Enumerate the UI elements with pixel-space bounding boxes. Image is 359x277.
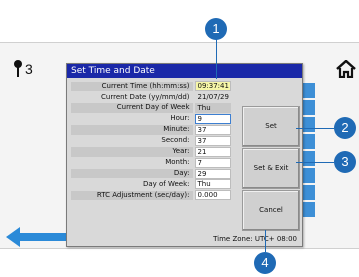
callout-1-leader — [216, 38, 217, 79]
set-and-exit-button[interactable]: Set & Exit — [242, 148, 300, 189]
side-tab[interactable] — [301, 151, 315, 166]
home-icon[interactable] — [335, 60, 357, 78]
row-month: Month: 7 — [71, 157, 231, 168]
cancel-button[interactable]: Cancel — [242, 190, 300, 231]
row-current-date: Current Date (yy/mm/dd) 21/07/29 — [71, 92, 231, 103]
set-button[interactable]: Set — [242, 106, 300, 147]
status-indicator-value: 3 — [25, 60, 33, 77]
minute-input[interactable]: 37 — [194, 125, 231, 135]
current-date-value: 21/07/29 — [197, 93, 229, 102]
row-current-time: Current Time (hh:mm:ss) 09:37:41 — [71, 81, 231, 92]
set-time-date-dialog: Set Time and Date Current Time (hh:mm:ss… — [66, 63, 303, 247]
callout-3-leader — [296, 162, 334, 163]
side-tab[interactable] — [301, 83, 315, 98]
callout-2: 2 — [334, 117, 356, 139]
status-indicator: 3 — [14, 60, 33, 77]
side-tab[interactable] — [301, 117, 315, 132]
row-year: Year: 21 — [71, 146, 231, 157]
field-label: Hour: — [170, 114, 190, 123]
field-label: Current Time (hh:mm:ss) — [71, 81, 193, 92]
field-label: Current Day of Week — [71, 103, 193, 113]
time-date-fields: Current Time (hh:mm:ss) 09:37:41 Current… — [71, 81, 231, 201]
callout-4: 4 — [254, 252, 276, 274]
day-of-week-select[interactable]: Thu — [194, 179, 231, 190]
row-minute: Minute: 37 — [71, 125, 231, 136]
day-input[interactable]: 29 — [194, 168, 231, 179]
field-label: Day of Week: — [142, 179, 190, 188]
hour-input[interactable]: 9 — [194, 114, 231, 125]
row-current-day: Current Day of Week Thu — [71, 103, 231, 114]
current-day-value: Thu — [194, 103, 231, 114]
dialog-title: Set Time and Date — [67, 64, 302, 78]
callout-4-leader — [265, 230, 266, 252]
key-icon — [14, 60, 22, 77]
field-label: Second: — [161, 136, 190, 145]
field-label: Month: — [165, 157, 190, 166]
side-tab[interactable] — [301, 134, 315, 149]
row-rtc-adjustment: RTC Adjustment (sec/day): 0.000 — [71, 190, 231, 201]
rtc-adjustment-input[interactable]: 0.000 — [194, 190, 231, 201]
callout-2-leader — [296, 128, 334, 129]
field-label: RTC Adjustment (sec/day): — [71, 190, 193, 201]
row-second: Second: 37 — [71, 135, 231, 146]
row-day-of-week: Day of Week: Thu — [71, 179, 231, 190]
month-input[interactable]: 7 — [194, 157, 231, 168]
side-tab[interactable] — [301, 185, 315, 200]
row-hour: Hour: 9 — [71, 114, 231, 125]
field-label: Day: — [71, 168, 193, 179]
side-tab[interactable] — [301, 168, 315, 183]
side-tab[interactable] — [301, 202, 315, 217]
field-label: Current Date (yy/mm/dd) — [101, 92, 190, 101]
side-tab-strip — [301, 83, 315, 219]
row-day: Day: 29 — [71, 168, 231, 179]
side-tab[interactable] — [301, 100, 315, 115]
field-label: Minute: — [71, 125, 193, 135]
timezone-label: Time Zone: UTC+ 08:00 — [213, 235, 297, 243]
year-input[interactable]: 21 — [194, 146, 231, 157]
current-time-value: 09:37:41 — [194, 81, 231, 92]
second-input[interactable]: 37 — [194, 135, 231, 146]
callout-1: 1 — [205, 18, 227, 40]
callout-3: 3 — [334, 151, 356, 173]
back-arrow-icon[interactable] — [6, 226, 70, 248]
field-label: Year: — [71, 147, 193, 157]
